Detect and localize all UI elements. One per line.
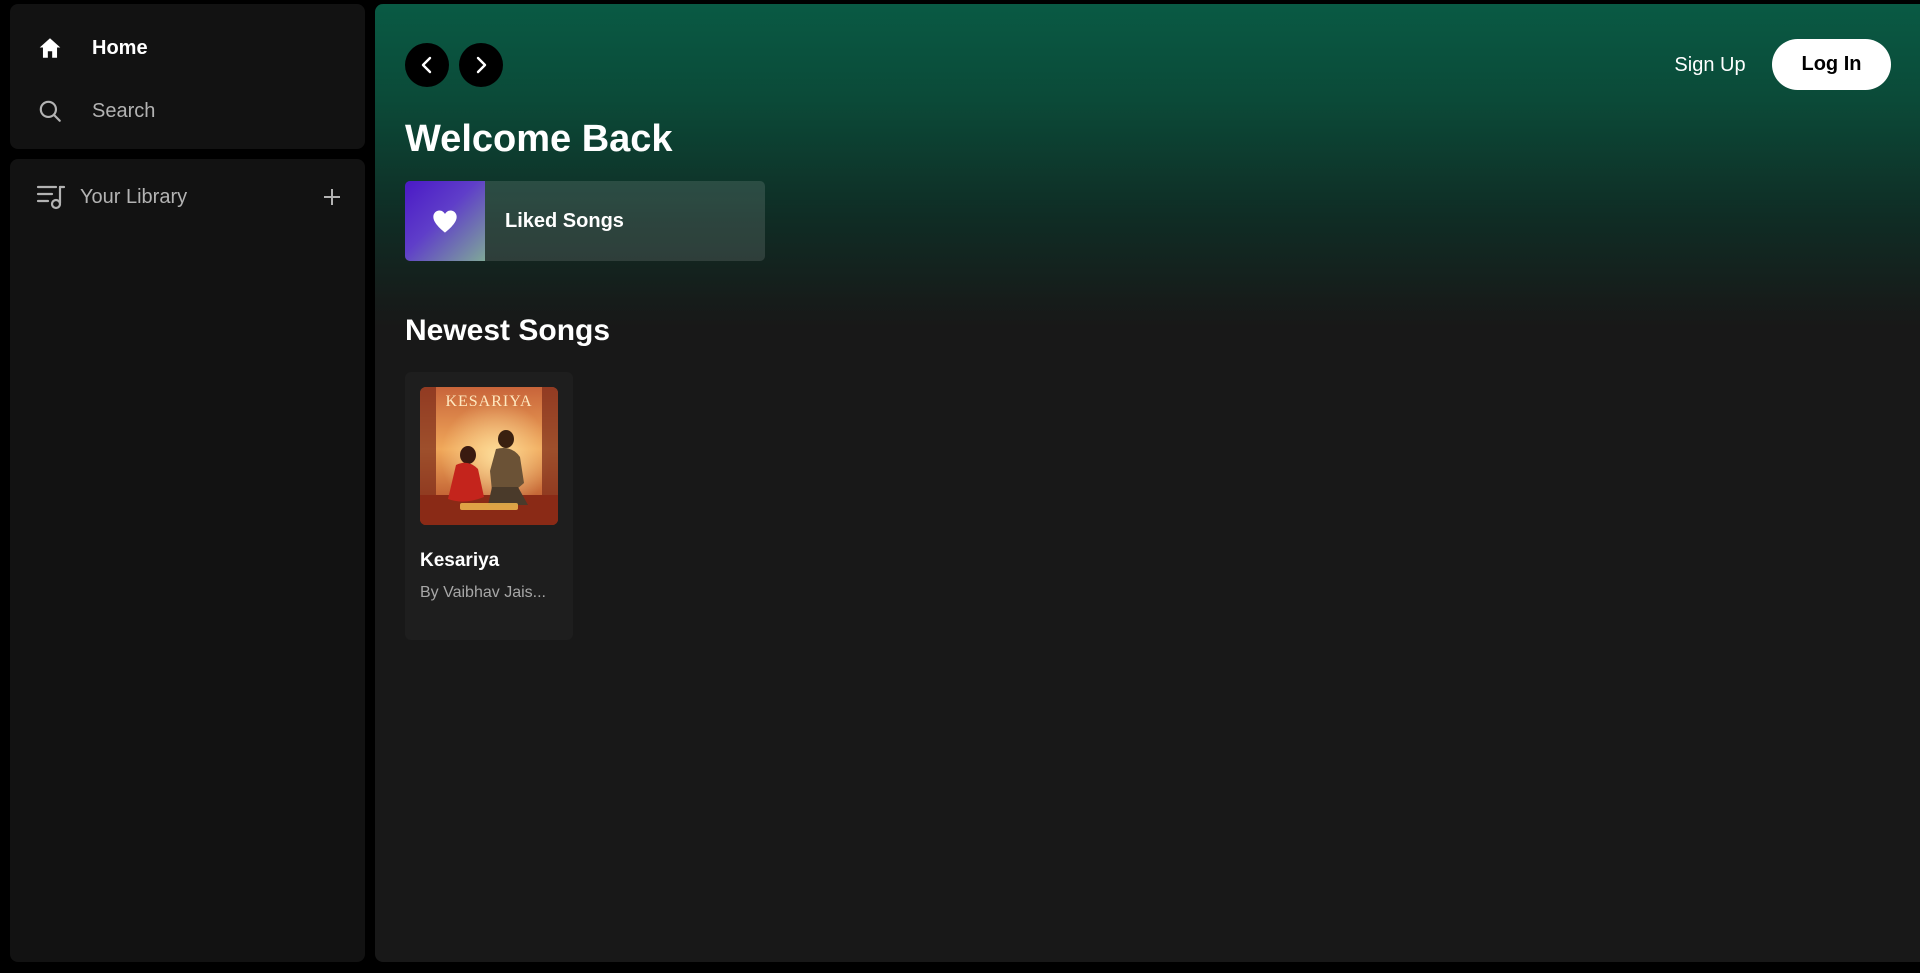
song-cover-art: KESARIYA [420,387,558,525]
sidebar-item-label: Search [92,99,156,122]
sidebar-item-label: Home [92,36,148,59]
log-in-button[interactable]: Log In [1772,39,1891,90]
cover-title-text: KESARIYA [445,393,533,410]
library-panel: Your Library [10,159,365,962]
your-library-button[interactable]: Your Library [36,183,187,211]
forward-button[interactable] [459,43,503,87]
search-icon [36,97,64,125]
library-header: Your Library [36,178,348,216]
song-title: Kesariya [420,550,500,571]
heart-icon [431,208,459,234]
main-content: Sign Up Log In Welcome Back Liked Songs … [375,4,1920,962]
library-icon [36,183,66,211]
liked-songs-card[interactable]: Liked Songs [405,181,765,261]
section-title: Newest Songs [405,314,611,347]
page-title: Welcome Back [405,118,673,160]
liked-songs-label: Liked Songs [505,209,624,232]
plus-icon[interactable] [316,181,348,213]
liked-songs-art [405,181,485,261]
chevron-left-icon [417,55,437,75]
sign-up-button[interactable]: Sign Up [1645,44,1775,86]
library-label: Your Library [80,185,188,208]
sidebar-item-search[interactable]: Search [36,91,336,131]
sidebar-nav-panel: Home Search [10,4,365,149]
sidebar-item-home[interactable]: Home [36,28,336,68]
song-artist: By Vaibhav Jais... [420,584,546,601]
home-icon [36,34,64,62]
song-card[interactable]: KESARIYA Kesariya By Vaibhav Jais... [405,372,573,640]
chevron-right-icon [471,55,491,75]
back-button[interactable] [405,43,449,87]
